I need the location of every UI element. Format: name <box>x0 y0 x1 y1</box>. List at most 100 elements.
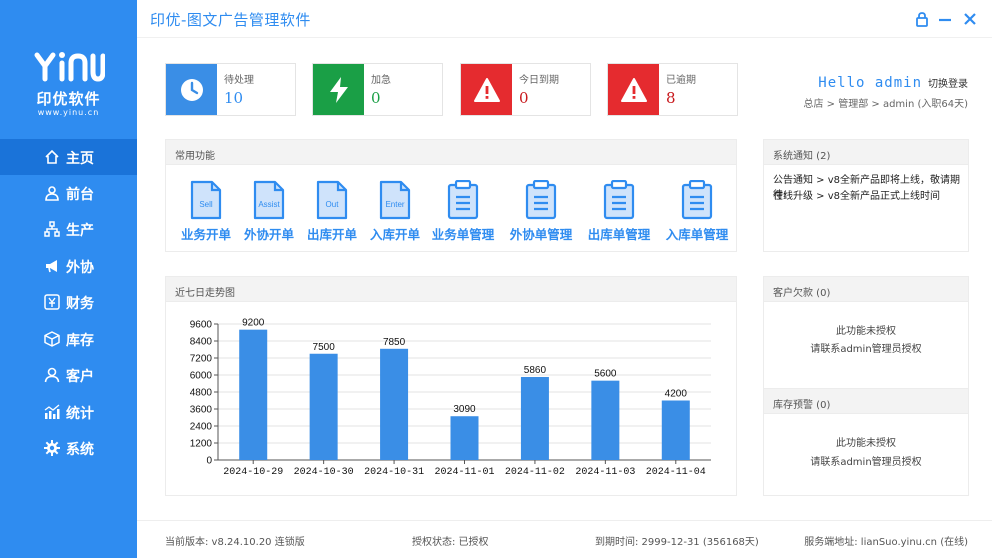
sidebar-item-finance[interactable]: 财务 <box>0 284 137 320</box>
lock-icon[interactable] <box>914 11 930 27</box>
x-tick-label: 2024-11-03 <box>575 467 635 478</box>
unauthorized-text: 此功能未授权 <box>836 438 896 449</box>
function-label: 外协开单 <box>243 227 294 242</box>
function-item[interactable]: 入库单管理 <box>661 180 733 243</box>
y-tick-label: 0 <box>206 456 212 467</box>
app-title: 印优-图文广告管理软件 <box>150 11 311 29</box>
function-item[interactable]: Sell 业务开单 <box>176 180 236 243</box>
bar <box>520 376 549 460</box>
chart-icon <box>44 404 60 419</box>
stat-card-urgent[interactable]: 加急 0 <box>312 63 443 116</box>
bar-value-label: 5860 <box>524 365 547 376</box>
logo-url: www.yinu.cn <box>37 108 100 117</box>
notice-panel: 系统通知 (2) 公告通知 > v8全新产品即将上线，敬请期待! 在线升级 > … <box>763 139 969 252</box>
document-tag: Enter <box>385 200 404 209</box>
stat-icon-box <box>461 64 512 115</box>
box-icon <box>44 331 60 347</box>
x-tick-label: 2024-11-01 <box>434 467 494 478</box>
logo-mark <box>34 52 105 82</box>
function-item[interactable]: Out 出库开单 <box>302 180 362 243</box>
user-icon <box>45 186 59 201</box>
yen-icon <box>44 294 60 310</box>
function-label: 业务单管理 <box>431 227 495 242</box>
notice-line-upgrade[interactable]: 在线升级 > v8全新产品正式上线时间 <box>773 187 940 202</box>
functions-panel-title: 常用功能 <box>166 140 736 165</box>
app-window: 印优软件 www.yinu.cn 主页 前台 生产 外协 财务 库存 客户 统计… <box>0 0 992 558</box>
sidebar-item-home[interactable]: 主页 <box>0 139 137 175</box>
sidebar-item-inventory[interactable]: 库存 <box>0 321 137 357</box>
stat-card-due-today[interactable]: 今日到期 0 <box>460 63 591 116</box>
hierarchy-icon <box>44 221 60 237</box>
greeting: Hello admin 切换登录 <box>818 72 968 91</box>
close-icon[interactable] <box>962 11 978 27</box>
breadcrumb: 总店 > 管理部 > admin (入职64天) <box>803 99 968 110</box>
document-icon: Assist <box>253 180 285 220</box>
bar-value-label: 7500 <box>313 342 336 353</box>
sidebar-item-statistics[interactable]: 统计 <box>0 394 137 430</box>
function-item[interactable]: Enter 入库开单 <box>365 180 425 243</box>
function-label: 外协单管理 <box>509 227 573 242</box>
customer-debt-panel: 客户欠款 (0) 此功能未授权 请联系admin管理员授权 <box>763 276 969 389</box>
bar-value-label: 5600 <box>594 369 617 380</box>
logo-name: 印优软件 <box>36 90 101 108</box>
megaphone-icon <box>46 260 57 273</box>
sidebar-item-label: 系统 <box>66 442 94 458</box>
document-icon: Out <box>316 180 348 220</box>
trend-panel: 近七日走势图 0 1200 2400 3600 4800 6000 7200 8400 9600… <box>165 276 737 496</box>
stat-card-pending[interactable]: 待处理 10 <box>165 63 296 116</box>
stat-icon-box <box>608 64 659 115</box>
x-tick-label: 2024-10-31 <box>364 467 424 478</box>
person-icon <box>44 367 60 383</box>
stock-warning-panel: 库存预警 (0) 此功能未授权 请联系admin管理员授权 <box>763 388 969 496</box>
contact-admin-text: 请联系admin管理员授权 <box>810 457 922 468</box>
y-tick-label: 6000 <box>190 371 213 382</box>
stat-card-overdue[interactable]: 已逾期 8 <box>607 63 738 116</box>
contact-admin-text: 请联系admin管理员授权 <box>810 344 922 355</box>
function-item[interactable]: Assist 外协开单 <box>239 180 299 243</box>
stat-icon-box <box>166 64 217 115</box>
sidebar-item-customer[interactable]: 客户 <box>0 357 137 393</box>
y-tick-label: 7200 <box>190 354 213 365</box>
bar <box>661 400 690 460</box>
sidebar-item-label: 统计 <box>66 406 94 422</box>
sidebar-item-label: 外协 <box>66 260 94 276</box>
clipboard-icon <box>603 180 635 220</box>
sidebar-item-label: 库存 <box>66 333 94 349</box>
sidebar-item-production[interactable]: 生产 <box>0 211 137 247</box>
sidebar-item-system[interactable]: 系统 <box>0 430 137 466</box>
bar <box>309 353 338 460</box>
y-tick-label: 1200 <box>190 439 213 450</box>
function-label: 出库单管理 <box>587 227 651 242</box>
x-tick-label: 2024-11-04 <box>646 467 706 478</box>
x-tick-label: 2024-10-30 <box>294 467 354 478</box>
warning-icon <box>473 77 500 102</box>
y-tick-label: 9600 <box>190 320 213 331</box>
stat-label: 已逾期 <box>666 75 696 86</box>
stat-label: 加急 <box>371 75 391 86</box>
clipboard-icon <box>447 180 479 220</box>
stat-label: 待处理 <box>224 75 254 86</box>
license-status: 授权状态: 已授权 <box>412 537 489 548</box>
x-tick-label: 2024-10-29 <box>223 467 283 478</box>
stat-value: 8 <box>666 89 676 107</box>
function-label: 入库开单 <box>369 227 420 242</box>
function-item[interactable]: 业务单管理 <box>427 180 499 243</box>
function-item[interactable]: 外协单管理 <box>505 180 577 243</box>
sidebar-item-outsource[interactable]: 外协 <box>0 248 137 284</box>
bar-value-label: 3090 <box>453 404 476 415</box>
sidebar-item-front-desk[interactable]: 前台 <box>0 175 137 211</box>
x-tick-label: 2024-11-02 <box>505 467 565 478</box>
minimize-icon[interactable] <box>937 11 953 27</box>
status-bar: 当前版本: v8.24.10.20 连锁版 授权状态: 已授权 到期时间: 29… <box>137 520 992 558</box>
bar <box>239 329 268 460</box>
switch-login-link[interactable]: 切换登录 <box>928 79 968 90</box>
stat-label: 今日到期 <box>519 75 559 86</box>
version-text: 当前版本: v8.24.10.20 连锁版 <box>165 537 305 548</box>
y-tick-label: 3600 <box>190 405 213 416</box>
function-item[interactable]: 出库单管理 <box>583 180 655 243</box>
function-label: 出库开单 <box>306 227 357 242</box>
document-icon: Sell <box>190 180 222 220</box>
sidebar-item-label: 主页 <box>66 151 94 167</box>
function-label: 业务开单 <box>180 227 231 242</box>
bar <box>380 348 409 460</box>
